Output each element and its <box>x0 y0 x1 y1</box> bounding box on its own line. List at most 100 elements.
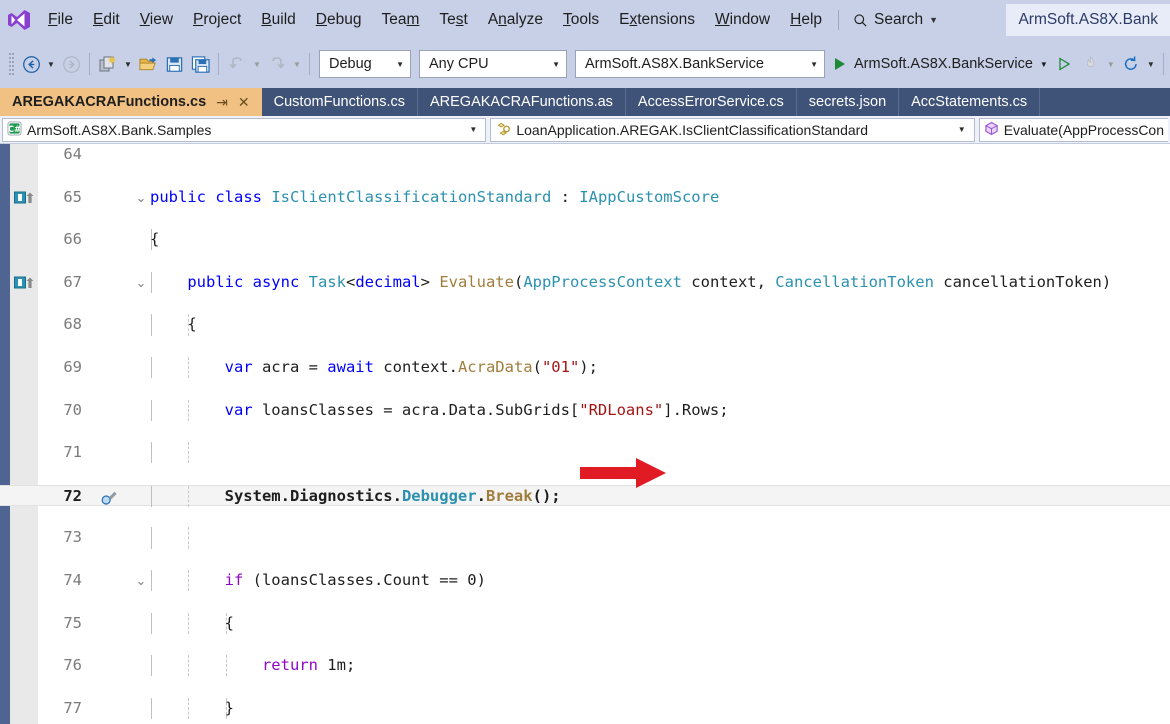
code-line[interactable]: 70var loansClasses = acra.Data.SubGrids[… <box>0 400 1170 421</box>
menu-view[interactable]: View <box>130 0 183 40</box>
new-project-dropdown[interactable]: ▼ <box>121 49 135 79</box>
line-number: 77 <box>40 698 82 719</box>
code-line[interactable]: 74⌄if (loansClasses.Count == 0) <box>0 570 1170 591</box>
inheritance-margin-icon[interactable] <box>14 190 36 205</box>
document-tab-5[interactable]: AccStatements.cs <box>899 88 1040 116</box>
code-token: var <box>225 358 253 376</box>
save-button[interactable] <box>161 49 187 79</box>
code-token: IsClientClassificationStandard <box>271 188 551 206</box>
line-number: 69 <box>40 357 82 378</box>
collapse-chevron-icon[interactable]: ⌄ <box>134 272 148 293</box>
code-text: System.Diagnostics.Debugger.Break(); <box>225 486 561 507</box>
line-number: 68 <box>40 314 82 335</box>
code-token: (); <box>533 487 561 505</box>
code-line[interactable]: 67⌄public async Task<decimal> Evaluate(A… <box>0 272 1170 293</box>
chevron-down-icon: ▼ <box>929 15 938 25</box>
svg-text:C#: C# <box>8 123 21 133</box>
quick-actions-screwdriver-icon[interactable] <box>101 489 119 505</box>
undo-icon <box>227 55 247 73</box>
chevron-down-icon: ▼ <box>810 60 818 69</box>
code-line[interactable]: 75{ <box>0 613 1170 634</box>
navigate-back-button[interactable] <box>18 49 44 79</box>
code-text: if (loansClasses.Count == 0) <box>225 570 486 591</box>
platform-combo[interactable]: Any CPU ▼ <box>419 50 567 78</box>
navigate-back-dropdown[interactable]: ▼ <box>44 49 58 79</box>
toolbar-divider-2 <box>218 53 219 75</box>
code-line[interactable]: 66{ <box>0 229 1170 250</box>
code-token: decimal <box>355 273 420 291</box>
code-token: cancellationToken) <box>934 273 1111 291</box>
structure-guide-line <box>151 698 152 719</box>
document-tab-label: CustomFunctions.cs <box>274 94 405 110</box>
visual-studio-logo-icon <box>0 8 38 32</box>
save-all-button[interactable] <box>187 49 213 79</box>
type-dropdown-label: LoanApplication.AREGAK.IsClientClassific… <box>516 122 948 138</box>
toolbar-divider <box>89 53 90 75</box>
structure-guide-line <box>151 570 152 591</box>
collapse-chevron-icon[interactable]: ⌄ <box>134 187 148 208</box>
collapse-chevron-icon[interactable]: ⌄ <box>134 570 148 591</box>
chevron-down-icon: ▼ <box>954 125 970 134</box>
restart-button[interactable] <box>1118 49 1144 79</box>
menu-extensions[interactable]: Extensions <box>609 0 705 40</box>
document-tab-2[interactable]: AREGAKACRAFunctions.as <box>418 88 626 116</box>
code-token: ].Rows; <box>663 401 728 419</box>
menu-team[interactable]: Team <box>371 0 429 40</box>
line-number: 76 <box>40 655 82 676</box>
code-line[interactable]: 65⌄public class IsClientClassificationSt… <box>0 187 1170 208</box>
open-file-icon <box>138 54 159 74</box>
redo-button[interactable] <box>264 49 290 79</box>
menu-help[interactable]: Help <box>780 0 832 40</box>
search-button[interactable]: Search ▼ <box>845 0 946 40</box>
code-token: 0 <box>467 571 476 589</box>
code-editor[interactable]: 64 65⌄public class IsClientClassification… <box>0 144 1170 724</box>
pin-icon[interactable]: ⇥ <box>216 94 228 111</box>
code-token: AcraData <box>458 358 533 376</box>
start-debugging-icon <box>833 56 847 72</box>
code-line[interactable]: 69var acra = await context.AcraData("01"… <box>0 357 1170 378</box>
start-debugging-button[interactable]: ArmSoft.AS8X.BankService ▼ <box>829 49 1052 79</box>
menu-edit[interactable]: Edit <box>83 0 130 40</box>
restart-dropdown[interactable]: ▼ <box>1144 49 1158 79</box>
menu-window-label: Window <box>715 11 770 29</box>
document-tab-4[interactable]: secrets.json <box>797 88 899 116</box>
project-dropdown[interactable]: C# ArmSoft.AS8X.Bank.Samples ▼ <box>2 118 486 142</box>
code-line[interactable]: 73 <box>0 527 1170 548</box>
menu-file[interactable]: File <box>38 0 83 40</box>
code-line[interactable]: 68{ <box>0 314 1170 335</box>
close-icon[interactable]: ✕ <box>238 94 250 111</box>
document-tab-active[interactable]: AREGAKACRAFunctions.cs⇥✕ <box>0 88 262 116</box>
code-token: public <box>187 273 252 291</box>
code-line[interactable]: 76return 1m; <box>0 655 1170 676</box>
menu-test[interactable]: Test <box>429 0 477 40</box>
title-menu-bar: File Edit View Project Build Debug Team … <box>0 0 1170 40</box>
document-tab-3[interactable]: AccessErrorService.cs <box>626 88 797 116</box>
document-tab-1[interactable]: CustomFunctions.cs <box>262 88 418 116</box>
menu-window[interactable]: Window <box>705 0 780 40</box>
menu-project[interactable]: Project <box>183 0 251 40</box>
undo-dropdown[interactable]: ▼ <box>250 49 264 79</box>
menu-tools[interactable]: Tools <box>553 0 609 40</box>
new-project-button[interactable] <box>95 49 121 79</box>
configuration-combo[interactable]: Debug ▼ <box>319 50 411 78</box>
open-file-button[interactable] <box>135 49 161 79</box>
code-line[interactable]: 77} <box>0 698 1170 719</box>
navigate-forward-button[interactable] <box>58 49 84 79</box>
startup-project-combo[interactable]: ArmSoft.AS8X.BankService ▼ <box>575 50 825 78</box>
toolbar-grip[interactable] <box>4 49 18 79</box>
menu-build[interactable]: Build <box>251 0 305 40</box>
member-dropdown[interactable]: Evaluate(AppProcessCon <box>979 118 1168 142</box>
hot-reload-dropdown[interactable]: ▼ <box>1104 49 1118 79</box>
redo-dropdown[interactable]: ▼ <box>290 49 304 79</box>
menu-analyze[interactable]: Analyze <box>478 0 553 40</box>
menu-debug[interactable]: Debug <box>306 0 372 40</box>
inheritance-margin-icon[interactable] <box>14 275 36 290</box>
type-dropdown[interactable]: LoanApplication.AREGAK.IsClientClassific… <box>490 118 974 142</box>
hot-reload-button[interactable] <box>1078 49 1104 79</box>
start-without-debugging-button[interactable] <box>1052 49 1078 79</box>
code-line[interactable]: 64 <box>0 144 1170 165</box>
undo-button[interactable] <box>224 49 250 79</box>
menu-help-label: Help <box>790 11 822 29</box>
code-token: "01" <box>542 358 579 376</box>
code-text: public async Task<decimal> Evaluate(AppP… <box>187 272 1111 293</box>
